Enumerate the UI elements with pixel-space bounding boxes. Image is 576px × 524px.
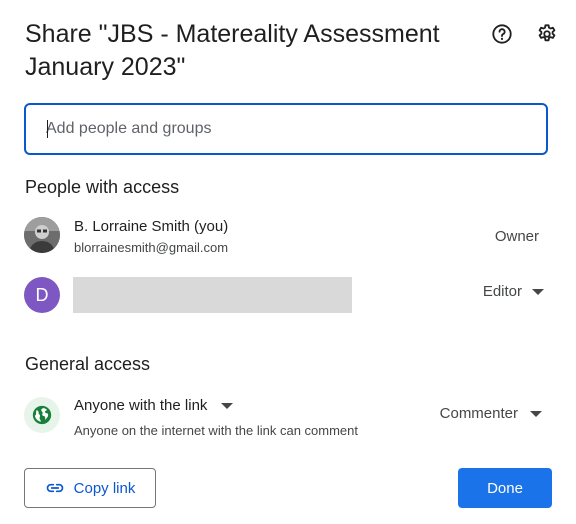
- person-row-editor: D Editor: [24, 275, 554, 319]
- add-people-input[interactable]: [26, 105, 546, 153]
- share-dialog: Share "JBS - Matereality Assessment Janu…: [0, 0, 576, 524]
- avatar: [24, 217, 60, 253]
- general-access-row: Anyone with the link Anyone on the inter…: [24, 395, 554, 443]
- redacted-info: [73, 277, 352, 313]
- globe-icon: [32, 405, 52, 425]
- chevron-down-icon: [532, 288, 544, 295]
- person-email: blorrainesmith@gmail.com: [74, 240, 229, 255]
- done-button[interactable]: Done: [458, 468, 552, 508]
- text-caret: [47, 120, 48, 138]
- copy-link-button[interactable]: Copy link: [24, 468, 156, 508]
- link-icon: [46, 483, 63, 493]
- person-name: B. Lorraine Smith (you): [74, 218, 229, 235]
- add-people-field[interactable]: [24, 103, 548, 155]
- access-role-dropdown[interactable]: Commenter: [440, 405, 542, 422]
- copy-link-label: Copy link: [73, 479, 136, 497]
- gear-icon: [538, 24, 556, 42]
- dialog-title: Share "JBS - Matereality Assessment Janu…: [25, 20, 440, 81]
- user-photo-icon: [24, 217, 60, 253]
- role-dropdown[interactable]: Editor: [483, 283, 544, 300]
- role-label: Editor: [482, 283, 522, 300]
- general-access-heading: General access: [25, 354, 151, 374]
- chevron-down-icon: [221, 402, 234, 409]
- access-scope-label: Anyone with the link: [74, 397, 208, 414]
- help-icon[interactable]: [490, 22, 514, 46]
- access-description: Anyone on the internet with the link can…: [74, 423, 358, 438]
- access-scope-dropdown[interactable]: Anyone with the link: [74, 397, 234, 414]
- help-circle-icon: [492, 24, 512, 44]
- people-with-access-heading: People with access: [25, 177, 180, 197]
- globe-badge: [24, 397, 60, 433]
- person-row-owner: B. Lorraine Smith (you) blorrainesmith@g…: [24, 215, 554, 259]
- avatar: D: [24, 277, 60, 313]
- chevron-down-icon: [530, 410, 542, 417]
- role-label: Owner: [494, 228, 539, 245]
- settings-button[interactable]: [535, 22, 559, 46]
- access-role-label: Commenter: [439, 405, 518, 422]
